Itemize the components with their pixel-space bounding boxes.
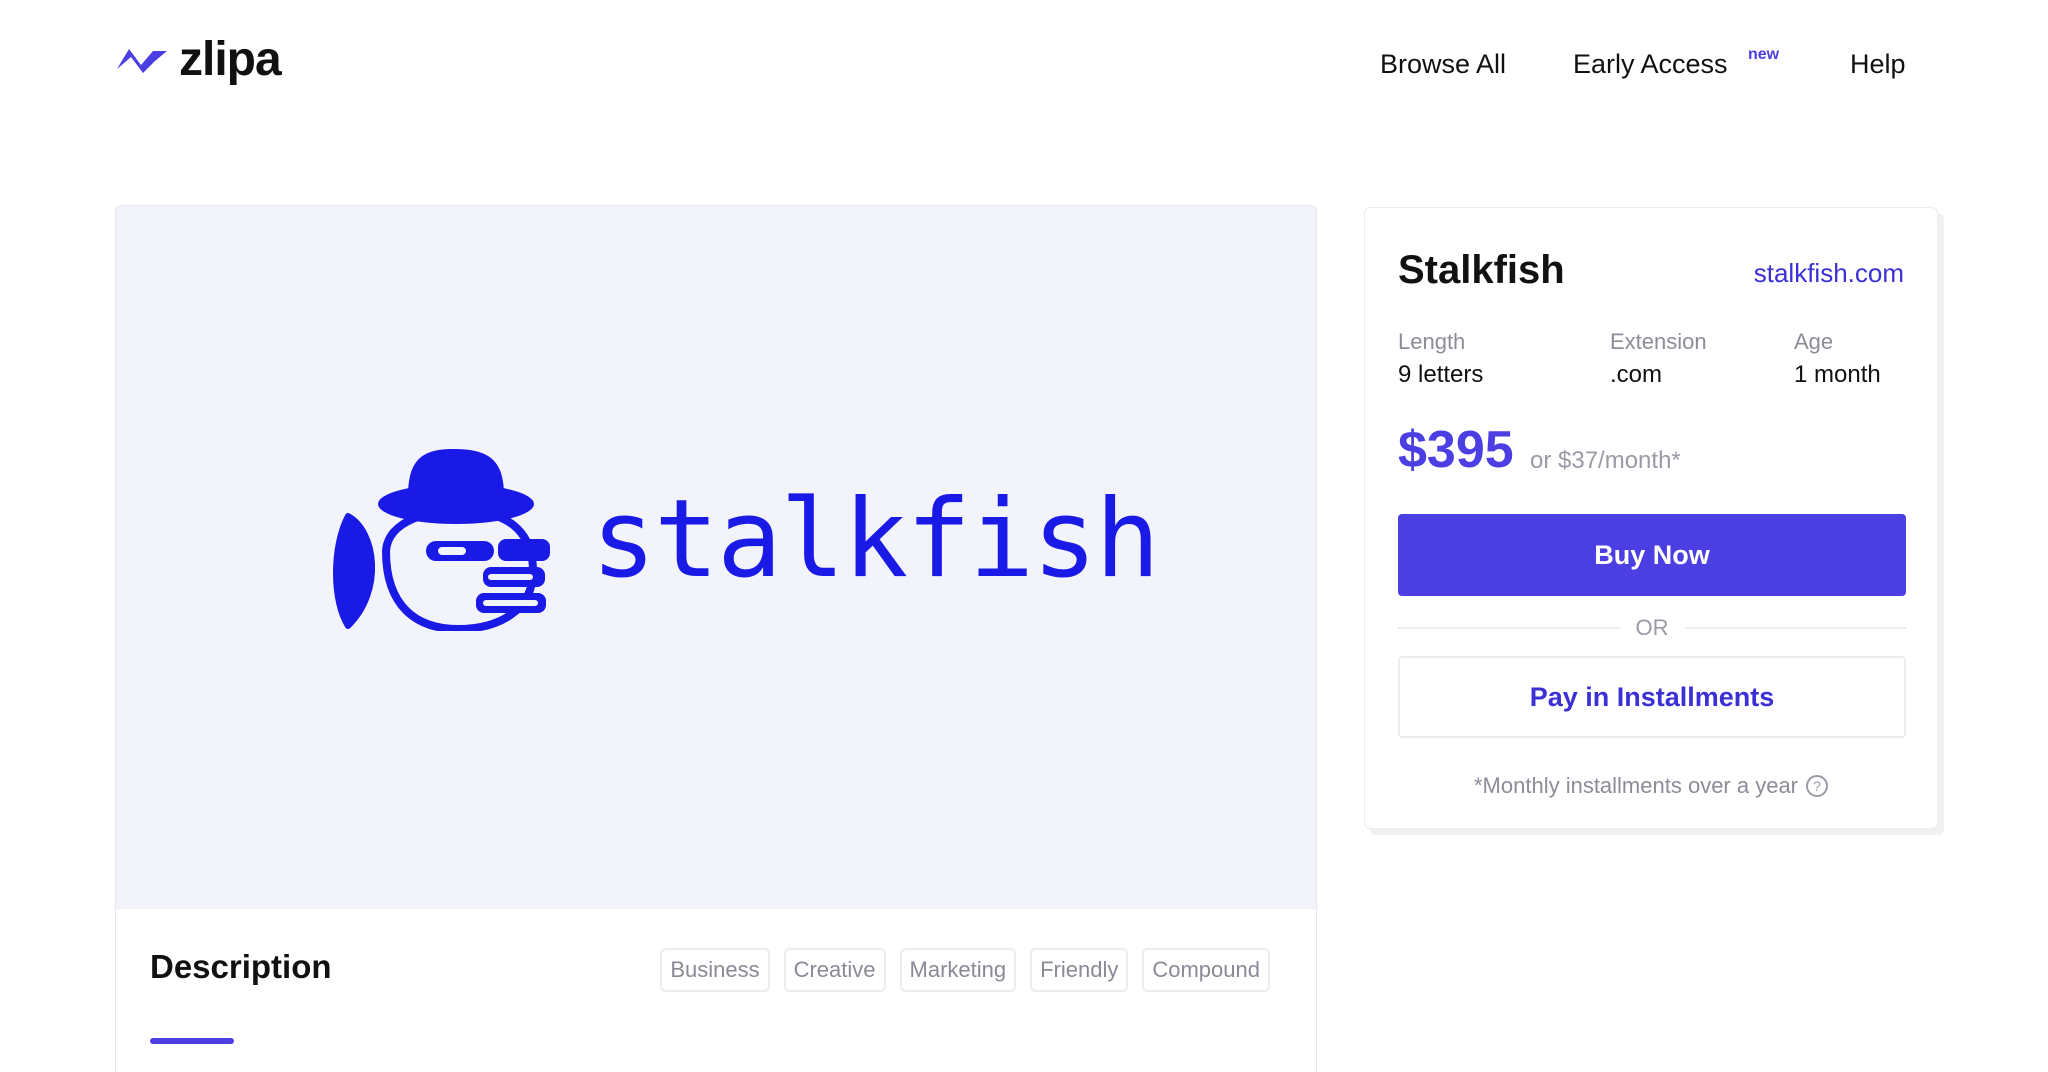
tag-friendly[interactable]: Friendly <box>1030 948 1129 992</box>
footnote-text: *Monthly installments over a year <box>1473 773 1799 798</box>
or-divider: OR <box>1398 612 1906 644</box>
description-tab-underline <box>150 1038 234 1044</box>
meta-label: Extension <box>1610 329 1707 354</box>
new-badge: new <box>1748 46 1780 63</box>
or-label: OR <box>1635 615 1669 640</box>
divider-line <box>1398 627 1620 629</box>
nav-help[interactable]: Help <box>1850 48 1906 80</box>
stalkfish-fish-hat-icon <box>333 449 550 631</box>
meta-value: .com <box>1610 361 1663 388</box>
meta-length: Length 9 letters <box>1398 328 1483 390</box>
question-circle-icon[interactable]: ? <box>1806 775 1829 797</box>
installments-footnote: *Monthly installments over a year ? <box>1365 773 1937 799</box>
stalkfish-logo: stalkfish <box>328 441 1160 631</box>
purchase-card: Stalkfish stalkfish.com Length 9 letters… <box>1364 207 1938 829</box>
top-nav: Browse All Early Access new Help <box>0 46 2048 88</box>
description-title: Description <box>150 948 332 985</box>
nav-browse-all[interactable]: Browse All <box>1380 48 1506 80</box>
pay-installments-button[interactable]: Pay in Installments <box>1398 656 1906 738</box>
tag-business[interactable]: Business <box>660 948 770 992</box>
logo-wordmark: stalkfish <box>591 476 1160 602</box>
domain-link[interactable]: stalkfish.com <box>1754 258 1904 289</box>
logo-preview-area: stalkfish <box>116 206 1316 909</box>
divider-line <box>1684 627 1906 629</box>
buy-now-button[interactable]: Buy Now <box>1398 514 1906 596</box>
product-name: Stalkfish <box>1398 248 1565 292</box>
meta-label: Length <box>1398 329 1466 354</box>
nav-early-access[interactable]: Early Access <box>1573 48 1728 80</box>
tag-creative[interactable]: Creative <box>783 948 886 992</box>
tag-marketing[interactable]: Marketing <box>899 948 1017 992</box>
meta-label: Age <box>1794 329 1834 354</box>
domain-preview-card: stalkfish Description Business Creative … <box>115 205 1317 1072</box>
price-monthly: or $37/month* <box>1530 447 1681 474</box>
price: $395 <box>1398 421 1514 479</box>
meta-extension: Extension .com <box>1610 328 1707 390</box>
tag-list: Business Creative Marketing Friendly Com… <box>660 948 1270 992</box>
meta-age: Age 1 month <box>1794 328 1881 390</box>
tag-compound[interactable]: Compound <box>1142 948 1270 992</box>
meta-value: 9 letters <box>1398 361 1484 388</box>
meta-value: 1 month <box>1794 361 1881 388</box>
